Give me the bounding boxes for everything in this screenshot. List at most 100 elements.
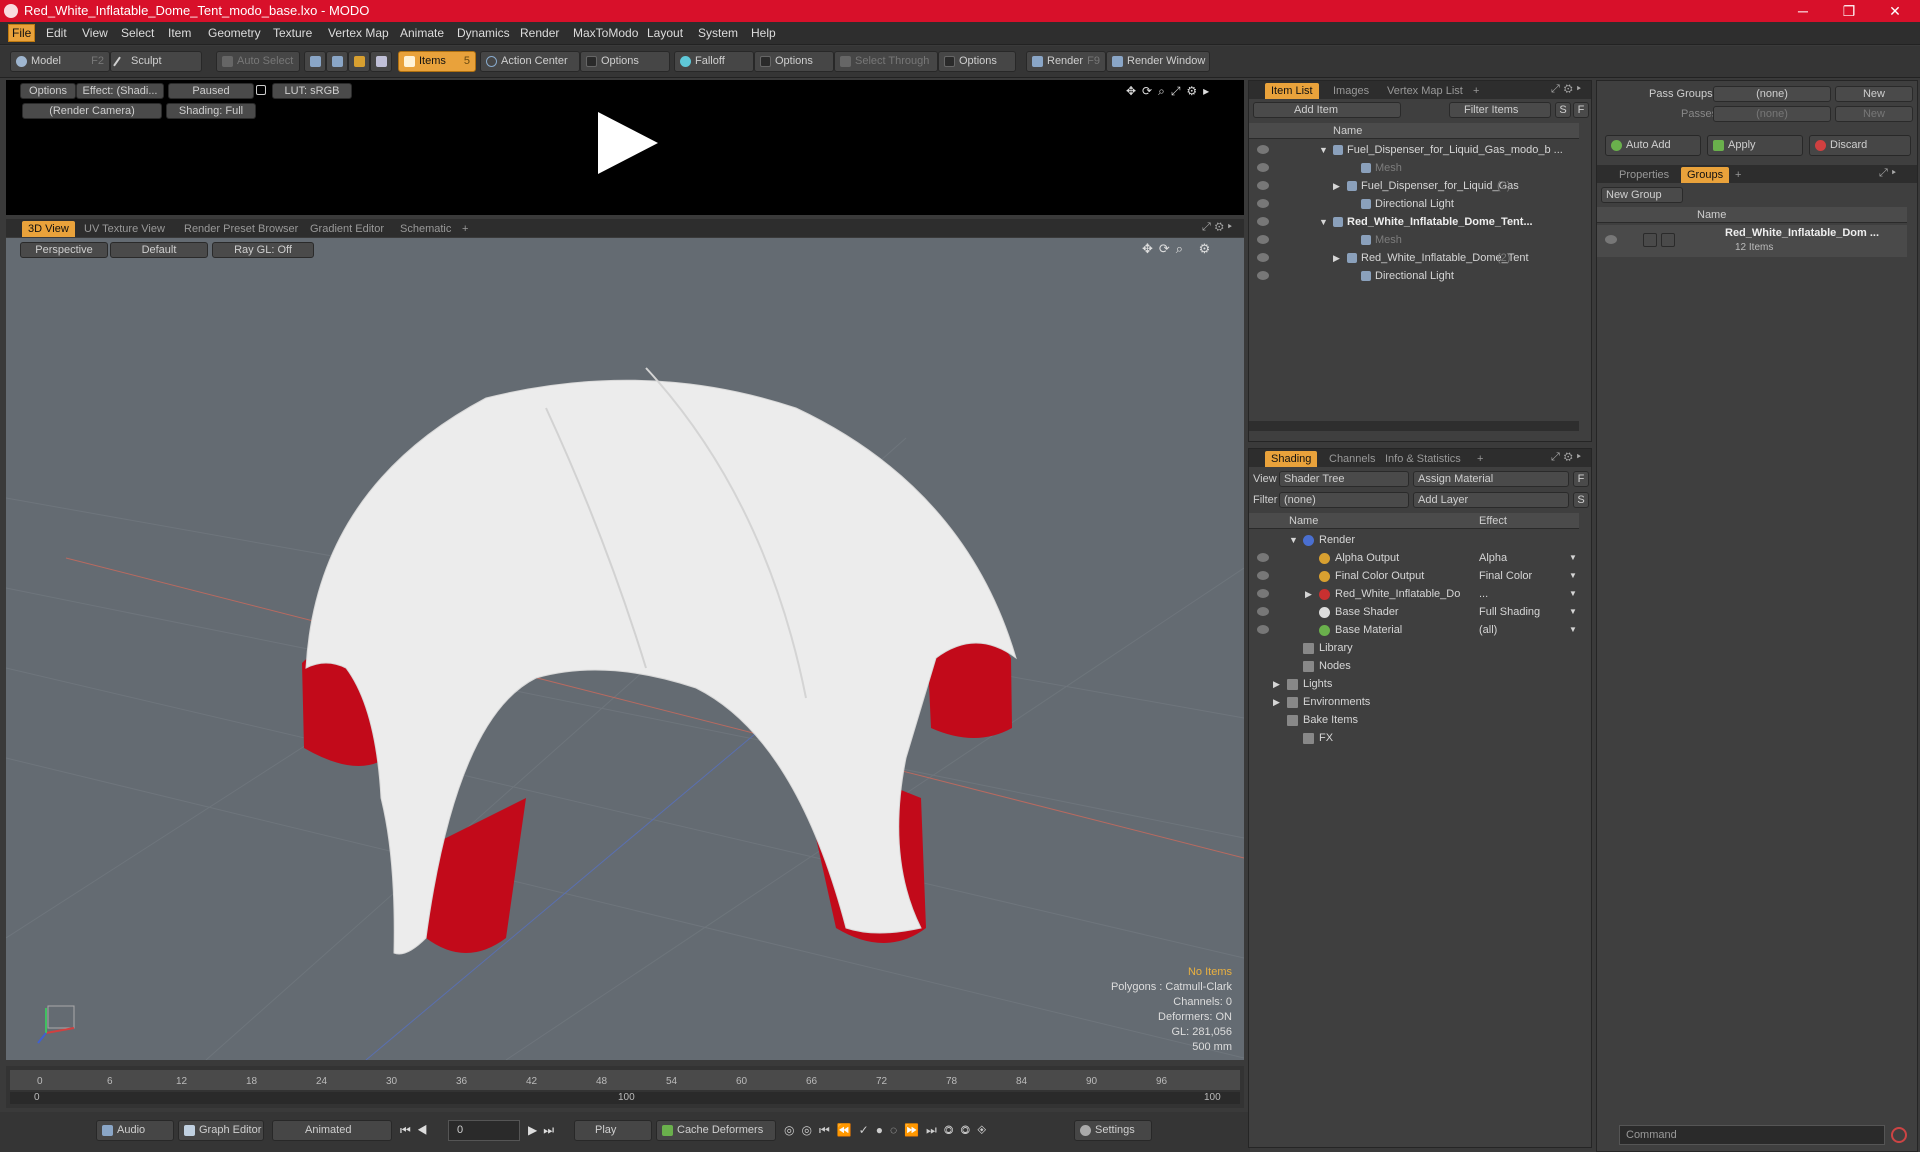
timeline-range-bar[interactable]: 0 100 100 <box>10 1092 1240 1104</box>
filter-items-input[interactable]: Filter Items <box>1449 102 1551 118</box>
tab-channels[interactable]: Channels <box>1323 451 1381 467</box>
model-button[interactable]: Model F2 <box>10 51 110 72</box>
settings-button[interactable]: Settings <box>1074 1120 1152 1141</box>
add-tab-button[interactable]: + <box>1471 451 1489 467</box>
falloff-options-button[interactable]: Options <box>754 51 834 72</box>
edges-mode-button[interactable] <box>326 51 348 72</box>
menu-select[interactable]: Select <box>121 26 154 40</box>
tab-images[interactable]: Images <box>1327 83 1375 99</box>
discard-button[interactable]: Discard <box>1809 135 1911 156</box>
falloff-button[interactable]: Falloff <box>674 51 754 72</box>
menu-render[interactable]: Render <box>520 26 559 40</box>
shader-tree-row[interactable]: ▼ Render <box>1249 531 1579 549</box>
tab-item-list[interactable]: Item List <box>1265 83 1319 99</box>
key-tools-icons[interactable]: ◎◎⏮⏪✓●◌⏩⏭◎◎◈ <box>784 1123 994 1138</box>
new-pass-group-button[interactable]: New <box>1835 86 1913 102</box>
graph-editor-button[interactable]: Graph Editor <box>178 1120 264 1141</box>
chevron-down-icon[interactable]: ▼ <box>1569 549 1577 567</box>
tab-gradient-editor[interactable]: Gradient Editor <box>304 221 390 237</box>
layer-effect[interactable]: (all) <box>1479 621 1497 639</box>
cache-deformers-button[interactable]: Cache Deformers <box>656 1120 776 1141</box>
shader-tree-row[interactable]: ▶ Environments <box>1249 693 1579 711</box>
item-list-scrollbar[interactable] <box>1249 421 1579 431</box>
item-list-row[interactable]: Directional Light <box>1249 195 1579 213</box>
menu-item[interactable]: Item <box>168 26 191 40</box>
visibility-eye-icon[interactable] <box>1257 253 1269 262</box>
render-camera-dropdown[interactable]: (Render Camera) <box>22 103 162 119</box>
viewport-3d[interactable]: Perspective Default Ray GL: Off ✥⟳⌕ ⚙ No… <box>6 238 1244 1060</box>
minimize-button[interactable]: ─ <box>1780 0 1826 22</box>
expand-arrow-icon[interactable]: ▶ <box>1273 675 1280 693</box>
add-tab-button[interactable]: + <box>456 221 474 237</box>
timeline[interactable]: 0 6 12 18 24 30 36 42 48 54 60 66 72 78 … <box>6 1066 1244 1108</box>
tab-properties[interactable]: Properties <box>1613 167 1675 183</box>
shader-tree-row[interactable]: Final Color Output Final Color ▼ <box>1249 567 1579 585</box>
viewport-tab-icons[interactable]: ⤢⚙▸ <box>1202 221 1236 234</box>
menu-system[interactable]: System <box>698 26 738 40</box>
chevron-down-icon[interactable]: ▼ <box>1569 621 1577 639</box>
visibility-eye-icon[interactable] <box>1257 625 1269 634</box>
item-list-s-button[interactable]: S <box>1555 102 1571 118</box>
tab-uv-texture-view[interactable]: UV Texture View <box>78 221 171 237</box>
panel-tab-icons[interactable]: ⤢⚙▸ <box>1551 83 1585 96</box>
layer-effect[interactable]: Alpha <box>1479 549 1507 567</box>
visibility-eye-icon[interactable] <box>1257 589 1269 598</box>
new-group-button[interactable]: New Group <box>1601 187 1683 203</box>
tab-info-statistics[interactable]: Info & Statistics <box>1379 451 1467 467</box>
new-pass-button[interactable]: New <box>1835 106 1913 122</box>
add-tab-button[interactable]: + <box>1729 167 1747 183</box>
expand-arrow-icon[interactable]: ▼ <box>1319 213 1328 231</box>
item-list-row[interactable]: ▶ Fuel_Dispenser_for_Liquid_Gas (2) <box>1249 177 1579 195</box>
render-window-button[interactable]: Render Window <box>1106 51 1210 72</box>
menu-layout[interactable]: Layout <box>647 26 683 40</box>
expand-arrow-icon[interactable]: ▶ <box>1273 693 1280 711</box>
visibility-eye-icon[interactable] <box>1257 271 1269 280</box>
menu-texture[interactable]: Texture <box>273 26 312 40</box>
command-record-icon[interactable] <box>1891 1127 1907 1143</box>
item-list-row[interactable]: Directional Light <box>1249 267 1579 285</box>
shading-f-button[interactable]: F <box>1573 471 1589 487</box>
preview-options-button[interactable]: Options <box>20 83 76 99</box>
visibility-eye-icon[interactable] <box>1257 571 1269 580</box>
passes-dropdown[interactable]: (none) <box>1713 106 1831 122</box>
command-input[interactable]: Command <box>1619 1125 1885 1145</box>
expand-arrow-icon[interactable]: ▶ <box>1333 177 1340 195</box>
prev-key-icons[interactable]: ⏮◀ <box>400 1123 434 1138</box>
shader-tree-row[interactable]: Library <box>1249 639 1579 657</box>
shader-tree-row[interactable]: Alpha Output Alpha ▼ <box>1249 549 1579 567</box>
pass-groups-dropdown[interactable]: (none) <box>1713 86 1831 102</box>
menu-dynamics[interactable]: Dynamics <box>457 26 510 40</box>
menu-maxtomodo[interactable]: MaxToModo <box>573 26 638 40</box>
shader-tree-row[interactable]: ▶ Lights <box>1249 675 1579 693</box>
shading-dropdown[interactable]: Shading: Full <box>166 103 256 119</box>
visibility-eye-icon[interactable] <box>1257 217 1269 226</box>
menu-animate[interactable]: Animate <box>400 26 444 40</box>
lock-icon[interactable] <box>256 85 266 95</box>
visibility-eye-icon[interactable] <box>1257 181 1269 190</box>
chevron-down-icon[interactable]: ▼ <box>1569 567 1577 585</box>
timeline-ruler[interactable]: 0 6 12 18 24 30 36 42 48 54 60 66 72 78 … <box>10 1070 1240 1090</box>
select-through-button[interactable]: Select Through <box>834 51 938 72</box>
visibility-eye-icon[interactable] <box>1257 199 1269 208</box>
visibility-eye-icon[interactable] <box>1257 145 1269 154</box>
shader-tree-row[interactable]: ▶ Red_White_Inflatable_Do... ▼ <box>1249 585 1579 603</box>
shader-tree-row[interactable]: FX <box>1249 729 1579 747</box>
tab-vertex-map-list[interactable]: Vertex Map List <box>1381 83 1469 99</box>
panel-tab-icons[interactable]: ⤢▸ <box>1879 167 1900 180</box>
play-button[interactable]: Play <box>574 1120 652 1141</box>
menu-vertex-map[interactable]: Vertex Map <box>328 26 389 40</box>
layer-effect[interactable]: Final Color <box>1479 567 1532 585</box>
visibility-eye-icon[interactable] <box>1257 607 1269 616</box>
chevron-down-icon[interactable]: ▼ <box>1569 585 1577 603</box>
visibility-eye-icon[interactable] <box>1605 235 1617 244</box>
visibility-eye-icon[interactable] <box>1257 235 1269 244</box>
auto-add-button[interactable]: Auto Add <box>1605 135 1701 156</box>
visibility-eye-icon[interactable] <box>1257 553 1269 562</box>
expand-arrow-icon[interactable]: ▶ <box>1305 585 1312 603</box>
play-icon[interactable] <box>592 108 662 178</box>
expand-arrow-icon[interactable]: ▼ <box>1319 141 1328 159</box>
expand-arrow-icon[interactable]: ▼ <box>1289 531 1298 549</box>
filter-dropdown[interactable]: (none) <box>1279 492 1409 508</box>
close-button[interactable]: ✕ <box>1872 0 1918 22</box>
apply-button[interactable]: Apply <box>1707 135 1803 156</box>
